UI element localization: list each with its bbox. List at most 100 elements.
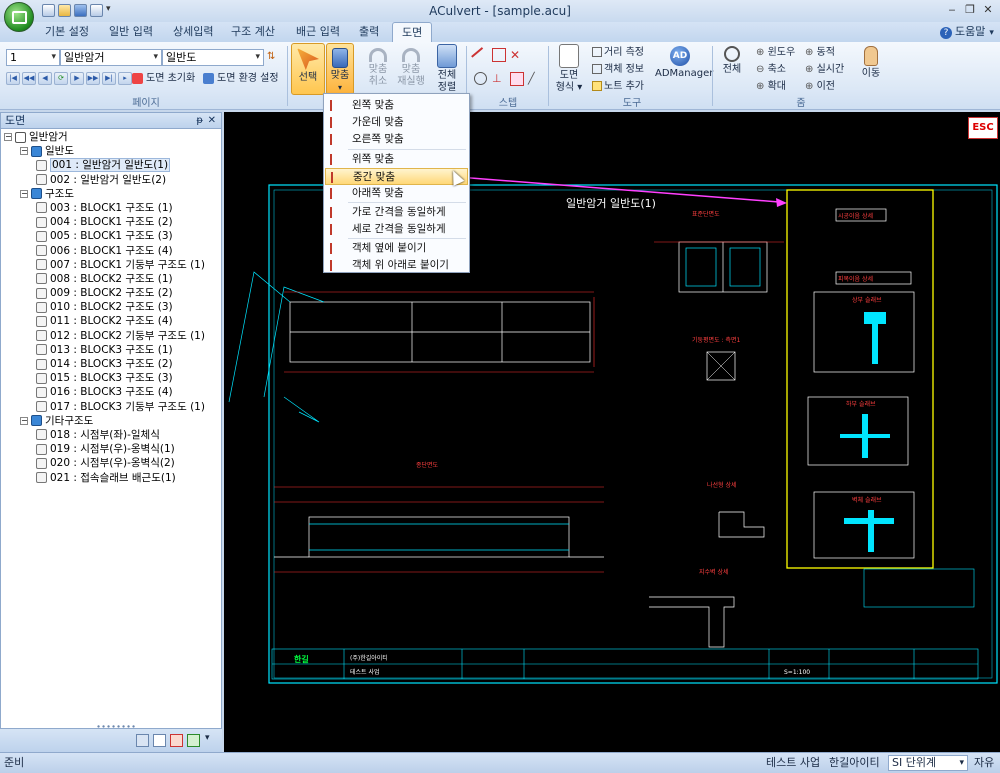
add-note-button[interactable]: 노트 추가 bbox=[592, 78, 644, 95]
tab-output[interactable]: 출력 bbox=[350, 22, 388, 42]
tree-item[interactable]: 001 : 일반암거 일반도(1) bbox=[4, 158, 220, 173]
tree-item[interactable]: 006 : BLOCK1 구조도 (4) bbox=[4, 244, 220, 258]
help-button[interactable]: ? 도움말 ▾ bbox=[940, 22, 994, 42]
circle-tool-icon[interactable] bbox=[474, 72, 487, 85]
drawing-env-button[interactable]: 도면 환경 설정 bbox=[203, 70, 279, 87]
block-tool-icon[interactable] bbox=[510, 72, 524, 86]
next-group-icon[interactable]: ▶▶ bbox=[86, 72, 100, 85]
redo-align-button[interactable]: 맞춤 재실행 bbox=[396, 48, 426, 88]
text-tool-icon[interactable]: ⊥ bbox=[492, 72, 506, 86]
admanager-button[interactable]: AD ADManager bbox=[655, 46, 713, 80]
tree-item[interactable]: 010 : BLOCK2 구조도 (3) bbox=[4, 300, 220, 314]
tree-tool-icon[interactable] bbox=[136, 734, 149, 747]
zoom-realtime-button[interactable]: ⊕ 실시간 bbox=[805, 61, 844, 78]
cross-tool-icon[interactable]: ✕ bbox=[510, 48, 524, 62]
align-menu-item[interactable]: 가운데 맞춤 bbox=[325, 114, 468, 131]
align-menu-item[interactable]: 왼쪽 맞춤 bbox=[325, 97, 468, 114]
undo-align-button[interactable]: 맞춤 취소 bbox=[364, 48, 392, 88]
page-number-combo[interactable]: 1 bbox=[6, 49, 60, 66]
tab-general-input[interactable]: 일반 입력 bbox=[100, 22, 162, 42]
refresh-icon[interactable]: ⟳ bbox=[54, 72, 68, 85]
panel-close-icon[interactable]: ✕ bbox=[208, 113, 216, 128]
tree-item[interactable]: 015 : BLOCK3 구조도 (3) bbox=[4, 371, 220, 385]
pen-tool-icon[interactable]: ╱ bbox=[528, 72, 542, 86]
collapse-toggle-icon[interactable]: − bbox=[20, 189, 28, 198]
prev-group-icon[interactable]: ◀◀ bbox=[22, 72, 36, 85]
fit-all-button[interactable]: 전체 정렬 bbox=[432, 44, 462, 94]
tree-item[interactable]: − 일반암거 bbox=[4, 130, 220, 144]
tab-detail-input[interactable]: 상세입력 bbox=[164, 22, 222, 42]
tree-item[interactable]: 008 : BLOCK2 구조도 (1) bbox=[4, 272, 220, 286]
tree-item[interactable]: 014 : BLOCK3 구조도 (2) bbox=[4, 357, 220, 371]
rect-select-icon[interactable] bbox=[492, 48, 506, 62]
tree-item[interactable]: 019 : 시점부(우)-옹벽식(1) bbox=[4, 442, 220, 456]
tab-structural-calc[interactable]: 구조 계산 bbox=[222, 22, 284, 42]
esc-button[interactable]: ESC bbox=[968, 117, 998, 139]
zoom-window-button[interactable]: ⊕ 윈도우 bbox=[756, 44, 795, 61]
prev-page-icon[interactable]: ◀ bbox=[38, 72, 52, 85]
tree-item[interactable]: − 일반도 bbox=[4, 144, 220, 158]
last-page-icon[interactable]: ▶| bbox=[102, 72, 116, 85]
tree-item[interactable]: 020 : 시점부(우)-옹벽식(2) bbox=[4, 456, 220, 470]
tab-rebar-input[interactable]: 배근 입력 bbox=[287, 22, 349, 42]
sort-updown-icon[interactable]: ⇅ bbox=[267, 51, 275, 62]
tree-item[interactable]: 016 : BLOCK3 구조도 (4) bbox=[4, 385, 220, 399]
tree-item[interactable]: 013 : BLOCK3 구조도 (1) bbox=[4, 343, 220, 357]
tree-item[interactable]: 005 : BLOCK1 구조도 (3) bbox=[4, 229, 220, 243]
tree-item-label: 구조도 bbox=[45, 187, 74, 200]
object-info-button[interactable]: 객체 정보 bbox=[592, 61, 644, 78]
select-button[interactable]: 선택 bbox=[291, 43, 325, 95]
structure-type-combo[interactable]: 일반암거 bbox=[60, 49, 162, 66]
align-menu-item[interactable]: 위쪽 맞춤 bbox=[325, 151, 468, 168]
list-tool-icon[interactable] bbox=[153, 734, 166, 747]
splitter-grip[interactable]: ∙∙∙∙∙∙∙∙ bbox=[96, 722, 136, 731]
reset-drawing-button[interactable]: 도면 초기화 bbox=[132, 70, 195, 87]
align-menu-item[interactable]: 객체 옆에 붙이기 bbox=[325, 240, 468, 257]
tab-basic-settings[interactable]: 기본 설정 bbox=[36, 22, 98, 42]
zoom-in-button[interactable]: ⊕ 확대 bbox=[756, 78, 786, 95]
zoom-dynamic-button[interactable]: ⊕ 동적 bbox=[805, 44, 835, 61]
app-menu-button[interactable] bbox=[4, 2, 34, 32]
align-menu-item[interactable]: 가로 간격을 동일하게 bbox=[325, 204, 468, 221]
drawing-form-button[interactable]: 도면 형식 ▾ bbox=[552, 44, 586, 94]
tree-item[interactable]: 011 : BLOCK2 구조도 (4) bbox=[4, 314, 220, 328]
pan-button[interactable]: 이동 bbox=[856, 46, 886, 80]
close-button[interactable]: ✕ bbox=[980, 3, 996, 17]
tree-item[interactable]: 021 : 접속슬래브 배근도(1) bbox=[4, 471, 220, 485]
tree-item[interactable]: 002 : 일반암거 일반도(2) bbox=[4, 173, 220, 187]
tree-item[interactable]: 007 : BLOCK1 기둥부 구조도 (1) bbox=[4, 258, 220, 272]
align-menu-item[interactable]: 아래쪽 맞춤 bbox=[325, 185, 468, 202]
tree-item[interactable]: − 기타구조도 bbox=[4, 414, 220, 428]
zoom-all-button[interactable]: 전체 bbox=[718, 46, 746, 76]
drawing-type-combo[interactable]: 일반도 bbox=[162, 49, 264, 66]
pin-icon[interactable]: ᵽ bbox=[196, 113, 203, 128]
measure-distance-button[interactable]: 거리 측정 bbox=[592, 44, 644, 61]
tree-item[interactable]: 003 : BLOCK1 구조도 (1) bbox=[4, 201, 220, 215]
zoom-out-button[interactable]: ⊖ 축소 bbox=[756, 61, 786, 78]
minimize-button[interactable]: ‒ bbox=[944, 3, 960, 17]
align-button[interactable]: 맞춤 ▾ bbox=[326, 43, 354, 95]
zoom-previous-button[interactable]: ⊕ 이전 bbox=[805, 78, 835, 95]
export-icon[interactable] bbox=[187, 734, 200, 747]
next-page-icon[interactable]: ▶ bbox=[70, 72, 84, 85]
align-menu-item[interactable]: 중간 맞춤 bbox=[325, 168, 468, 185]
tree-item[interactable]: − 구조도 bbox=[4, 187, 220, 201]
more-pages-icon[interactable]: ▸ bbox=[118, 72, 132, 85]
first-page-icon[interactable]: |◀ bbox=[6, 72, 20, 85]
tree-item[interactable]: 012 : BLOCK2 기둥부 구조도 (1) bbox=[4, 329, 220, 343]
tree-item[interactable]: 017 : BLOCK3 기둥부 구조도 (1) bbox=[4, 400, 220, 414]
align-menu-item[interactable]: 객체 위 아래로 붙이기 bbox=[325, 257, 468, 274]
align-menu-item[interactable]: 오른쪽 맞춤 bbox=[325, 131, 468, 148]
align-menu-item[interactable]: 세로 간격을 동일하게 bbox=[325, 221, 468, 238]
tree-item[interactable]: 004 : BLOCK1 구조도 (2) bbox=[4, 215, 220, 229]
restore-button[interactable]: ❐ bbox=[962, 3, 978, 17]
tree-item[interactable]: 018 : 시점부(좌)-일체식 bbox=[4, 428, 220, 442]
panel-more-icon[interactable]: ▾ bbox=[205, 733, 210, 743]
collapse-toggle-icon[interactable]: − bbox=[20, 416, 28, 425]
collapse-toggle-icon[interactable]: − bbox=[4, 133, 12, 141]
tab-drawing[interactable]: 도면 bbox=[392, 22, 433, 42]
unit-system-dropdown[interactable]: SI 단위계 ▾ bbox=[888, 755, 968, 771]
tree-item[interactable]: 009 : BLOCK2 구조도 (2) bbox=[4, 286, 220, 300]
collapse-toggle-icon[interactable]: − bbox=[20, 147, 28, 156]
pdf-icon[interactable] bbox=[170, 734, 183, 747]
